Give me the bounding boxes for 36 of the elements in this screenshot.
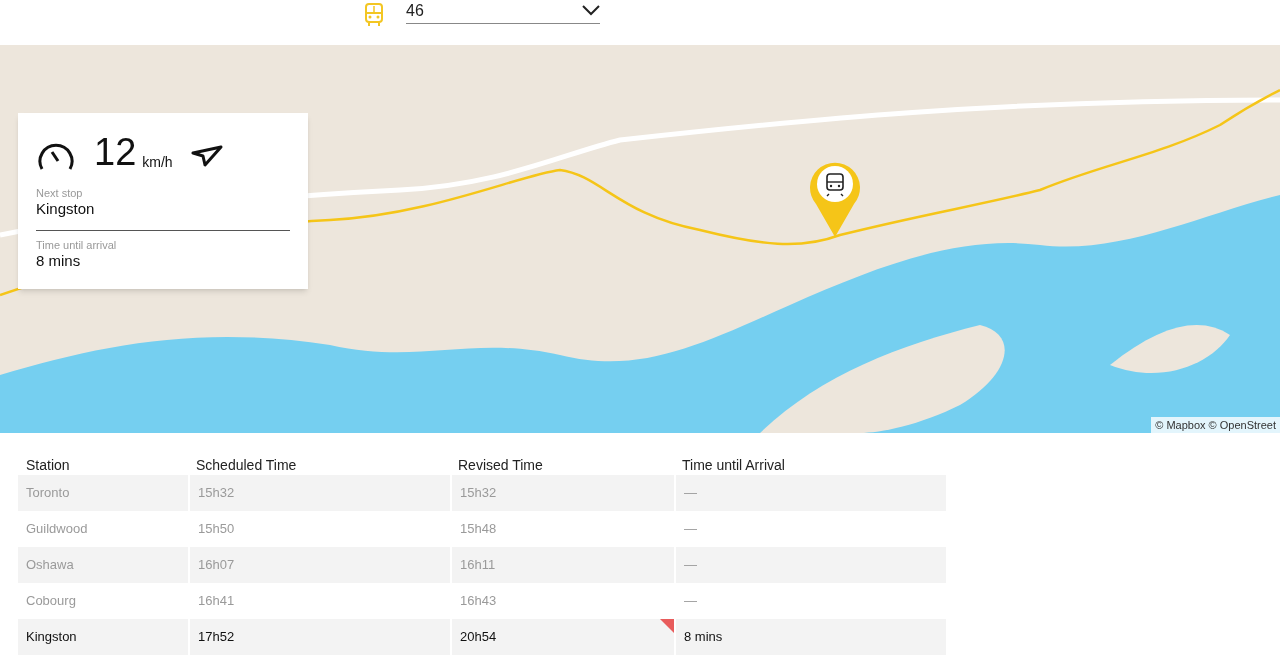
bus-icon	[364, 3, 384, 27]
next-stop-value: Kingston	[36, 200, 96, 218]
table-cell-text: 16h41	[198, 592, 235, 611]
map-attribution: © Mapbox © OpenStreet	[1151, 417, 1280, 433]
table-cell-text: 16h07	[198, 556, 235, 575]
column-header: Time until Arrival	[682, 457, 785, 473]
column-header: Revised Time	[458, 457, 543, 473]
table-cell-text: 16h11	[460, 556, 496, 575]
table-cell-text: 15h50	[198, 520, 235, 539]
table-cell-text: 20h54	[460, 628, 497, 647]
table-cell-text: 8 mins	[684, 628, 723, 647]
table-cell-text: 15h48	[460, 520, 497, 539]
table-cell-text: 16h43	[460, 592, 497, 611]
table-cell-text: Toronto	[26, 484, 70, 503]
table-cell-text: 15h32	[198, 484, 235, 503]
table-cell-text: 17h52	[198, 628, 235, 647]
route-select[interactable]: 46	[406, 2, 600, 24]
column-header: Scheduled Time	[196, 457, 297, 473]
speed-value: 12	[94, 133, 137, 171]
column-header: Station	[26, 457, 70, 473]
table-cell-text: —	[684, 592, 697, 611]
speed-unit: km/h	[142, 153, 173, 171]
table-cell-text: Oshawa	[26, 556, 74, 575]
table-cell-text: Kingston	[26, 628, 77, 647]
table-cell-text: —	[684, 520, 697, 539]
arrival-value: 8 mins	[36, 252, 82, 270]
speedometer-icon	[36, 141, 76, 171]
table-cell-text: 15h32	[460, 484, 497, 503]
table-cell-text: —	[684, 556, 697, 575]
next-stop-label: Next stop	[36, 187, 84, 200]
chevron-down-icon	[582, 4, 600, 16]
table-cell-text: Cobourg	[26, 592, 76, 611]
arrival-label: Time until arrival	[36, 239, 118, 252]
navigation-arrow-icon	[190, 145, 223, 167]
table-cell-text: Guildwood	[26, 520, 88, 539]
table-cell-text: —	[684, 484, 697, 503]
